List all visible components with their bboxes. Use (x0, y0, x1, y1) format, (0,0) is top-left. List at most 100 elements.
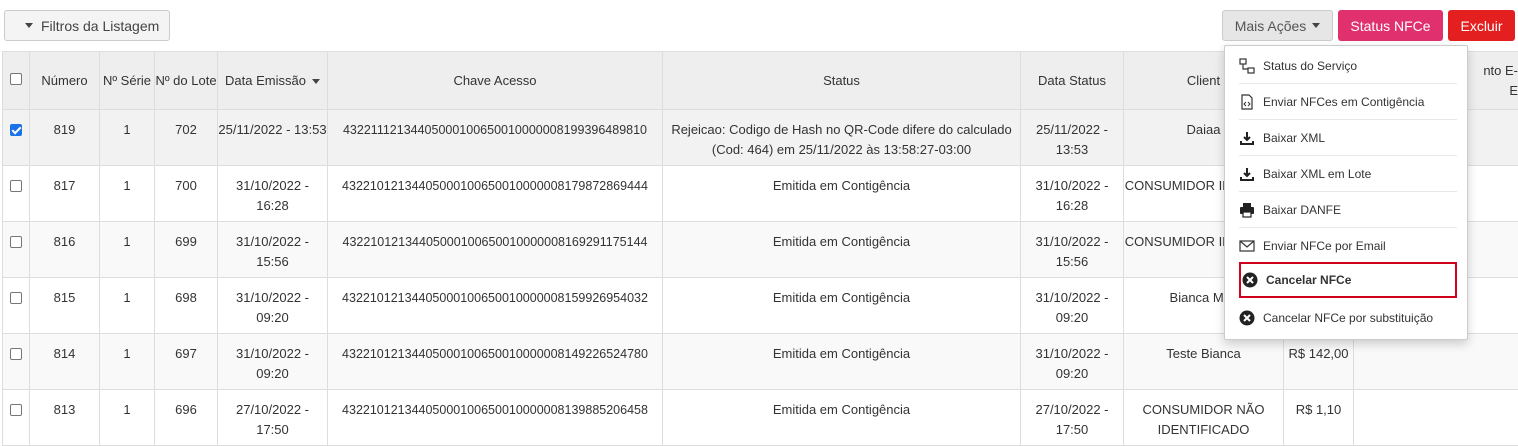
download-icon (1239, 130, 1255, 146)
row-checkbox[interactable] (10, 404, 22, 416)
more-actions-menu: Status do Serviço Enviar NFCes em Contigê… (1224, 45, 1468, 340)
menu-item-label: Enviar NFCes em Contigência (1263, 95, 1424, 109)
cell-chave: 4322101213440500010065001000000816929117… (328, 222, 663, 278)
cell-numero: 819 (30, 110, 100, 166)
cell-numero: 815 (30, 278, 100, 334)
header-numero[interactable]: Número (30, 52, 100, 110)
table-row[interactable]: 814169731/10/2022 - 09:20432210121344050… (3, 334, 1518, 390)
status-nfce-button[interactable]: Status NFCe (1338, 10, 1443, 41)
cell-status: Emitida em Contigência (663, 278, 1021, 334)
menu-item-baixar-danfe[interactable]: Baixar DANFE (1239, 192, 1457, 228)
row-checkbox[interactable] (10, 348, 22, 360)
select-all-checkbox[interactable] (10, 73, 22, 85)
header-lote[interactable]: Nº do Lote (155, 52, 218, 110)
cell-cliente: CONSUMIDOR NÃO IDENTIFICADO (1124, 390, 1284, 446)
menu-item-cancelar-nfce-por-substituicao[interactable]: Cancelar NFCe por substituição (1239, 300, 1457, 336)
cell-chave: 4322101213440500010065001000000814922652… (328, 334, 663, 390)
menu-item-label: Status do Serviço (1263, 59, 1357, 73)
cell-status: Emitida em Contigência (663, 390, 1021, 446)
more-actions-label: Mais Ações (1235, 18, 1307, 34)
more-actions-button[interactable]: Mais Ações (1222, 10, 1333, 41)
cell-lote: 696 (155, 390, 218, 446)
cell-chave: 4322111213440500010065001000000819939648… (328, 110, 663, 166)
delete-label: Excluir (1460, 18, 1502, 34)
cell-serie: 1 (100, 222, 155, 278)
printer-icon (1239, 202, 1255, 218)
header-lote-label: Nº do Lote (155, 73, 216, 88)
row-checkbox[interactable] (10, 292, 22, 304)
header-status[interactable]: Status (663, 52, 1021, 110)
network-icon (1239, 58, 1255, 74)
caret-down-icon (1312, 23, 1320, 28)
row-select-cell (3, 278, 30, 334)
cell-numero: 817 (30, 166, 100, 222)
menu-item-label: Baixar DANFE (1263, 203, 1341, 217)
cell-data-emissao: 25/11/2022 - 13:53 (218, 110, 328, 166)
header-chave[interactable]: Chave Acesso (328, 52, 663, 110)
cell-data-emissao: 31/10/2022 - 09:20 (218, 278, 328, 334)
header-extra-label: nto E- E (1483, 63, 1518, 98)
menu-item-label: Cancelar NFCe (1266, 273, 1351, 287)
cell-status: Rejeicao: Codigo de Hash no QR-Code dife… (663, 110, 1021, 166)
cell-data-emissao: 31/10/2022 - 16:28 (218, 166, 328, 222)
cell-serie: 1 (100, 390, 155, 446)
row-checkbox[interactable] (10, 180, 22, 192)
cell-serie: 1 (100, 278, 155, 334)
status-nfce-label: Status NFCe (1350, 18, 1430, 34)
caret-down-icon (25, 23, 33, 28)
cell-data-status: 31/10/2022 - 16:28 (1021, 166, 1124, 222)
cancel-circle-icon (1242, 272, 1258, 288)
cell-numero: 813 (30, 390, 100, 446)
menu-item-status-do-servico[interactable]: Status do Serviço (1239, 48, 1457, 84)
header-data-emissao-label: Data Emissão (225, 73, 306, 88)
menu-item-label: Baixar XML em Lote (1263, 167, 1371, 181)
delete-button[interactable]: Excluir (1448, 10, 1515, 41)
cell-serie: 1 (100, 166, 155, 222)
cell-data-emissao: 31/10/2022 - 15:56 (218, 222, 328, 278)
cell-serie: 1 (100, 110, 155, 166)
cell-valor: R$ 142,00 (1284, 334, 1354, 390)
cell-data-status: 25/11/2022 - 13:53 (1021, 110, 1124, 166)
menu-item-cancelar-nfce[interactable]: Cancelar NFCe (1239, 262, 1457, 298)
cell-status: Emitida em Contigência (663, 334, 1021, 390)
sort-desc-icon (312, 79, 320, 84)
filter-list-button[interactable]: Filtros da Listagem (4, 10, 170, 41)
cell-data-status: 31/10/2022 - 09:20 (1021, 334, 1124, 390)
table-row[interactable]: 813169627/10/2022 - 17:50432210121344050… (3, 390, 1518, 446)
cell-data-emissao: 31/10/2022 - 09:20 (218, 334, 328, 390)
cell-serie: 1 (100, 334, 155, 390)
cell-status: Emitida em Contigência (663, 222, 1021, 278)
cell-status: Emitida em Contigência (663, 166, 1021, 222)
menu-item-label: Enviar NFCe por Email (1263, 239, 1386, 253)
cell-valor: R$ 1,10 (1284, 390, 1354, 446)
cell-lote: 700 (155, 166, 218, 222)
cell-extra (1354, 334, 1518, 390)
filter-list-label: Filtros da Listagem (41, 18, 159, 34)
menu-item-enviar-nfces-em-contigencia[interactable]: Enviar NFCes em Contigência (1239, 84, 1457, 120)
row-select-cell (3, 166, 30, 222)
header-data-status[interactable]: Data Status (1021, 52, 1124, 110)
header-data-emissao[interactable]: Data Emissão (218, 52, 328, 110)
cell-lote: 699 (155, 222, 218, 278)
cell-extra (1354, 390, 1518, 446)
cell-data-status: 27/10/2022 - 17:50 (1021, 390, 1124, 446)
row-checkbox[interactable] (10, 124, 22, 136)
cell-chave: 4322101213440500010065001000000815992695… (328, 278, 663, 334)
row-select-cell (3, 110, 30, 166)
menu-item-baixar-xml-em-lote[interactable]: Baixar XML em Lote (1239, 156, 1457, 192)
menu-item-enviar-nfce-por-email[interactable]: Enviar NFCe por Email (1239, 228, 1457, 264)
cell-lote: 697 (155, 334, 218, 390)
select-all-header (3, 52, 30, 110)
menu-item-baixar-xml[interactable]: Baixar XML (1239, 120, 1457, 156)
envelope-icon (1239, 238, 1255, 254)
cell-chave: 4322101213440500010065001000000817987286… (328, 166, 663, 222)
row-select-cell (3, 222, 30, 278)
cell-numero: 814 (30, 334, 100, 390)
cell-data-status: 31/10/2022 - 15:56 (1021, 222, 1124, 278)
cancel-circle-icon (1239, 310, 1255, 326)
row-select-cell (3, 334, 30, 390)
menu-item-label: Baixar XML (1263, 131, 1325, 145)
header-serie[interactable]: Nº Série (100, 52, 155, 110)
cell-lote: 702 (155, 110, 218, 166)
row-checkbox[interactable] (10, 236, 22, 248)
